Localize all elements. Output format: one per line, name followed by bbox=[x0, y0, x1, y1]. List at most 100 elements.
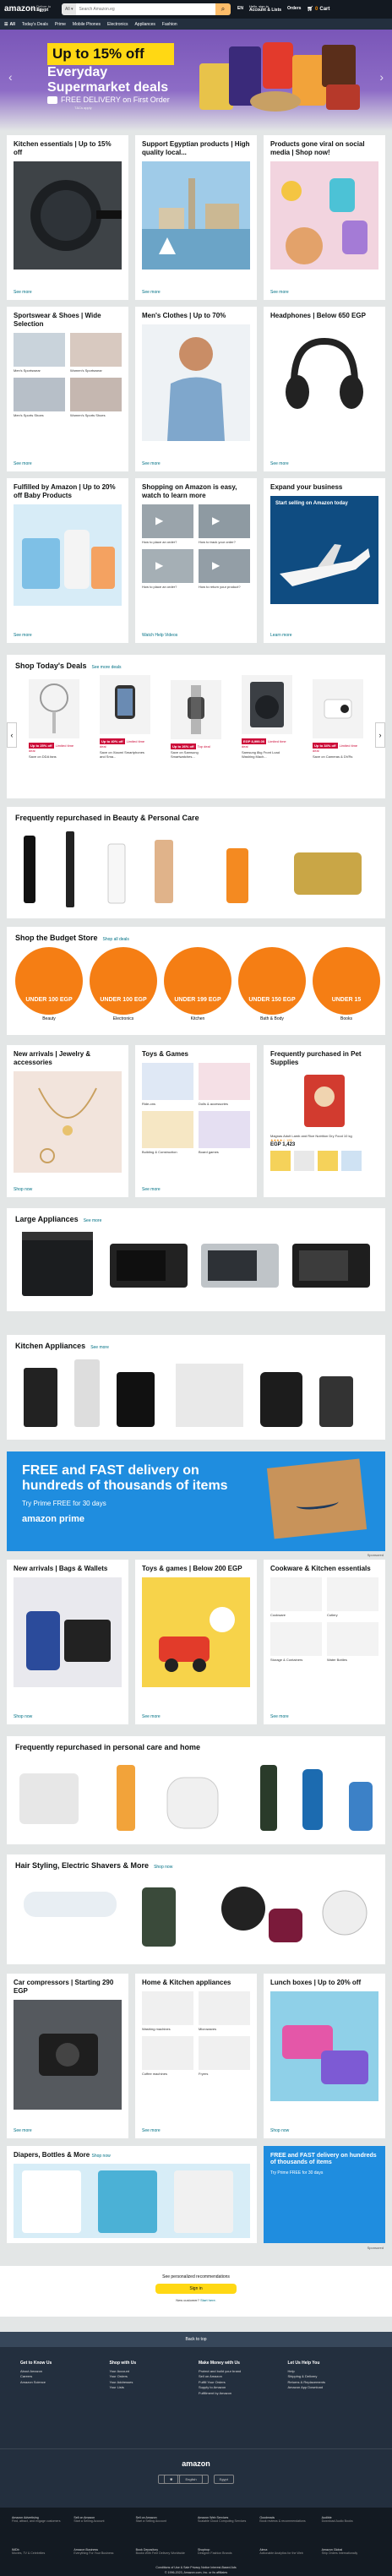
see-more-link[interactable]: See more bbox=[14, 461, 32, 466]
search-button[interactable]: ⌕ bbox=[215, 3, 231, 15]
see-more-link[interactable]: See more bbox=[14, 633, 32, 638]
footer-link[interactable]: Amazon Science bbox=[20, 2380, 105, 2385]
nav-fashion[interactable]: Fashion bbox=[162, 22, 177, 27]
footer-link[interactable]: Fulfillment by Amazon bbox=[199, 2391, 283, 2396]
pet-thumb[interactable] bbox=[341, 1151, 362, 1171]
category-tile[interactable]: Microwaves bbox=[199, 1991, 250, 2031]
nav-prime[interactable]: Prime bbox=[55, 22, 66, 27]
see-more-link[interactable]: See more bbox=[84, 1218, 102, 1223]
card-headphones[interactable]: Headphones | Below 650 EGP See more bbox=[264, 307, 385, 471]
see-more-link[interactable]: See more bbox=[142, 1714, 161, 1719]
footer-service[interactable]: Sell on Amazon Start a Selling Account bbox=[74, 2516, 132, 2545]
footer-country-button[interactable]: Egypt bbox=[213, 2475, 234, 2484]
card-toys-below-200[interactable]: Toys & games | Below 200 EGP See more bbox=[135, 1560, 257, 1724]
help-video-tile[interactable]: ▶ How to place an order? bbox=[142, 549, 193, 589]
card-jewelry[interactable]: New arrivals | Jewelry & accessories Sho… bbox=[7, 1045, 128, 1197]
search-category-select[interactable]: All ▾ bbox=[62, 3, 77, 15]
category-tile[interactable]: Cookware bbox=[270, 1577, 322, 1617]
budget-item[interactable]: UNDER 100 EGP Electronics bbox=[90, 947, 157, 1021]
amazon-logo[interactable]: amazon.eg bbox=[4, 5, 41, 14]
pet-thumb[interactable] bbox=[318, 1151, 338, 1171]
deal-item[interactable]: Up to 25% off Limited time deal Save on DD… bbox=[29, 679, 79, 759]
hero-banner[interactable]: ‹ › Up to 15% off Everyday Supermarket de… bbox=[0, 30, 392, 131]
see-more-link[interactable]: See more bbox=[142, 2128, 161, 2133]
account-lists[interactable]: Hello, sign in Account & Lists bbox=[249, 4, 281, 14]
nav-mobile-phones[interactable]: Mobile Phones bbox=[73, 22, 101, 27]
footer-language-button[interactable]: 🌐︎ English bbox=[158, 2475, 209, 2484]
deal-item[interactable]: EGP 8,999.00 Limited time deal Samsung 8kg… bbox=[242, 675, 292, 759]
help-video-tile[interactable]: ▶ How to track your order? bbox=[199, 504, 250, 544]
nav-appliances[interactable]: Appliances bbox=[134, 22, 155, 27]
card-home-kitchen-appliances[interactable]: Home & Kitchen appliances Washing machin… bbox=[135, 1974, 257, 2138]
card-car-compressors[interactable]: Car compressors | Starting 290 EGP See m… bbox=[7, 1974, 128, 2138]
card-diapers[interactable]: Diapers, Bottles & More Shop now bbox=[7, 2146, 257, 2243]
microwave-image[interactable] bbox=[198, 1228, 282, 1299]
cart-button[interactable]: 🛒︎ 0 Cart bbox=[307, 7, 329, 13]
dishwasher-image[interactable] bbox=[15, 1228, 100, 1299]
shop-now-link[interactable]: Shop now bbox=[14, 1187, 32, 1192]
card-kitchen-essentials[interactable]: Kitchen essentials | Up to 15% off See m… bbox=[7, 135, 128, 300]
card-mens-clothes[interactable]: Men's Clothes | Up to 70% See more bbox=[135, 307, 257, 471]
nav-all[interactable]: ☰ All bbox=[4, 22, 15, 27]
card-pet-supplies[interactable]: Frequently purchased in Pet Supplies Mag… bbox=[264, 1045, 385, 1197]
see-more-link[interactable]: See more bbox=[14, 290, 32, 295]
pet-thumb[interactable] bbox=[270, 1151, 291, 1171]
budget-item[interactable]: UNDER 199 EGP Kitchen bbox=[164, 947, 231, 1021]
card-lunch-boxes[interactable]: Lunch boxes | Up to 20% off Shop now bbox=[264, 1974, 385, 2138]
category-tile[interactable]: Coffee machines bbox=[142, 2036, 193, 2076]
help-video-tile[interactable]: ▶ How to return your product? bbox=[199, 549, 250, 589]
personal-care-image[interactable] bbox=[15, 1756, 377, 1834]
card-expand-business[interactable]: Expand your business Start selling on Am… bbox=[264, 478, 385, 643]
see-more-link[interactable]: See more bbox=[270, 461, 289, 466]
shop-now-link[interactable]: Shop now bbox=[270, 2128, 289, 2133]
microwave-image[interactable] bbox=[289, 1228, 373, 1299]
footer-link[interactable]: Your Lists bbox=[110, 2385, 194, 2390]
nav-todays-deals[interactable]: Today's Deals bbox=[22, 22, 48, 27]
footer-service[interactable]: Amazon Web Services Scalable Cloud Comput… bbox=[198, 2516, 256, 2545]
carousel-prev-icon[interactable]: ‹ bbox=[8, 70, 13, 84]
category-tile[interactable]: Ride-ons bbox=[142, 1063, 193, 1106]
footer-service[interactable]: Amazon Advertising Find, attract, and eng… bbox=[12, 2516, 70, 2545]
see-more-link[interactable]: See more bbox=[270, 290, 289, 295]
category-tile[interactable]: Men's Sportswear bbox=[14, 333, 65, 373]
category-tile[interactable]: Dolls & accessories bbox=[199, 1063, 250, 1106]
category-tile[interactable]: Storage & Containers bbox=[270, 1622, 322, 1662]
card-baby-products[interactable]: Fulfilled by Amazon | Up to 20% off Baby… bbox=[7, 478, 128, 643]
orders-link[interactable]: Orders bbox=[287, 6, 301, 12]
category-tile[interactable]: Cutlery bbox=[327, 1577, 378, 1617]
deal-item[interactable]: Up to 26% off Top deal Save on Samsung Sma… bbox=[171, 680, 221, 759]
category-tile[interactable]: Water Bottles bbox=[327, 1622, 378, 1662]
beauty-products-image[interactable] bbox=[15, 827, 377, 912]
footer-service[interactable]: Sell on Amazon Start a Selling Account bbox=[136, 2516, 194, 2545]
budget-item[interactable]: UNDER 15 Books bbox=[313, 947, 380, 1021]
see-more-link[interactable]: See more bbox=[90, 1345, 109, 1350]
footer-legal-links[interactable]: Conditions of Use & Sale Privacy Notice … bbox=[0, 2566, 392, 2569]
search-input[interactable] bbox=[76, 3, 215, 15]
card-sportswear[interactable]: Sportswear & Shoes | Wide Selection Men'… bbox=[7, 307, 128, 471]
pet-thumb[interactable] bbox=[294, 1151, 314, 1171]
prime-banner[interactable]: FREE and FAST delivery on hundreds of th… bbox=[7, 1451, 385, 1551]
signin-button[interactable]: Sign in bbox=[155, 2284, 237, 2294]
footer-link[interactable]: Amazon App Download bbox=[288, 2385, 373, 2390]
see-more-link[interactable]: Watch Help Videos bbox=[142, 633, 177, 638]
footer-service[interactable]: Audible Download Audio Books bbox=[322, 2516, 380, 2545]
see-more-link[interactable]: Learn more bbox=[270, 633, 292, 638]
help-video-tile[interactable]: ▶ How to place an order? bbox=[142, 504, 193, 544]
carousel-next-icon[interactable]: › bbox=[379, 70, 384, 84]
hair-styling-image[interactable] bbox=[15, 1875, 377, 1952]
see-more-link[interactable]: See more bbox=[142, 461, 161, 466]
see-more-link[interactable]: See more bbox=[14, 2128, 32, 2133]
shop-now-link[interactable]: Shop now bbox=[91, 2154, 110, 2159]
card-toys-games[interactable]: Toys & Games Ride-ons Dolls & accessorie… bbox=[135, 1045, 257, 1197]
shop-all-deals-link[interactable]: Shop all deals bbox=[103, 937, 129, 942]
category-tile[interactable]: Washing machines bbox=[142, 1991, 193, 2031]
budget-item[interactable]: UNDER 100 EGP Beauty bbox=[15, 947, 83, 1021]
see-more-link[interactable]: See more bbox=[142, 290, 161, 295]
card-egyptian-products[interactable]: Support Egyptian products | High quality… bbox=[135, 135, 257, 300]
see-more-link[interactable]: See more bbox=[270, 1714, 289, 1719]
card-help-videos[interactable]: Shopping on Amazon is easy, watch to lea… bbox=[135, 478, 257, 643]
prime-side-ad[interactable]: FREE and FAST delivery on hundreds of th… bbox=[264, 2146, 385, 2243]
language-select[interactable]: EN bbox=[237, 6, 243, 12]
carousel-prev-icon[interactable]: ‹ bbox=[7, 722, 17, 748]
back-to-top[interactable]: Back to top bbox=[0, 2332, 392, 2347]
